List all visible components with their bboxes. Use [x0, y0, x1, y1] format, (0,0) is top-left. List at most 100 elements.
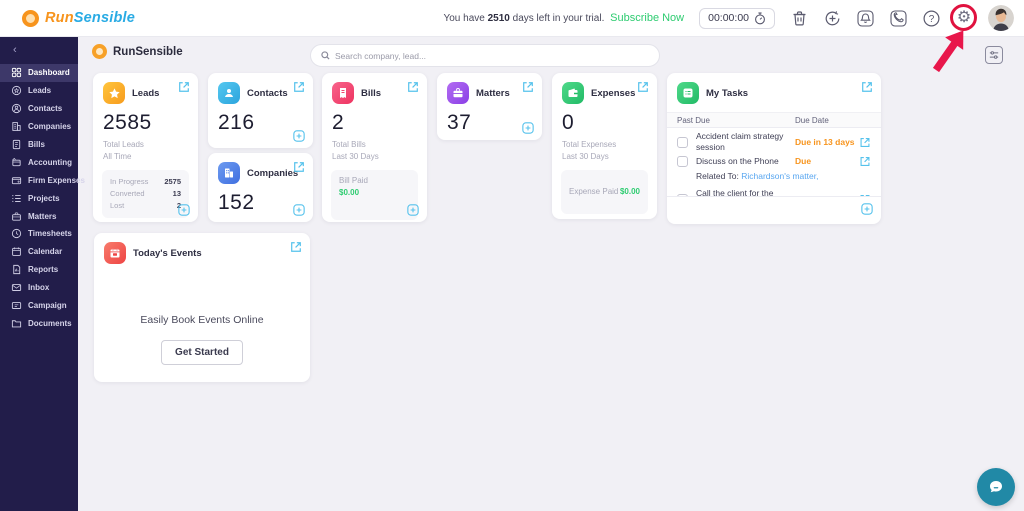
tasks-footer — [667, 196, 881, 220]
time-tracker[interactable]: 00:00:00 — [699, 7, 775, 29]
card-title: Leads — [132, 87, 160, 99]
sidebar-item-timesheets[interactable]: Timesheets — [0, 225, 78, 243]
wallet-icon — [11, 177, 22, 184]
sidebar-item-projects[interactable]: Projects — [0, 189, 78, 207]
folder-icon — [11, 320, 22, 328]
content-brand-title: RunSensible — [113, 45, 183, 58]
bill-paid-value: $0.00 — [339, 187, 360, 197]
add-matter-button[interactable] — [522, 122, 534, 134]
todays-events-card: Today's Events Easily Book Events Online… — [94, 233, 310, 382]
sidebar-item-companies[interactable]: Companies — [0, 118, 78, 136]
import-add-icon[interactable] — [823, 9, 841, 27]
get-started-button[interactable]: Get Started — [161, 340, 243, 365]
bills-open-icon[interactable] — [407, 81, 419, 93]
add-contact-button[interactable] — [293, 130, 305, 142]
sidebar-item-leads[interactable]: Leads — [0, 82, 78, 100]
leads-card: Leads 2585 Total Leads All Time In Progre… — [93, 73, 198, 222]
sidebar-item-contacts[interactable]: Contacts — [0, 100, 78, 118]
my-tasks-card: My Tasks Past Due Due Date Accident clai… — [667, 73, 881, 224]
top-bar: RunSensible You have 2510 days left in y… — [0, 0, 1024, 73]
card-title: My Tasks — [706, 87, 749, 99]
user-avatar[interactable] — [988, 5, 1014, 31]
task-open-icon[interactable] — [859, 156, 871, 167]
expenses-subtitle: Total Expenses Last 30 Days — [562, 140, 617, 162]
settings-gear-icon[interactable]: ⚙ — [932, 4, 977, 73]
leads-open-icon[interactable] — [178, 81, 190, 93]
trial-days: 2510 — [487, 13, 510, 24]
sidebar-item-accounting[interactable]: Accounting — [0, 153, 78, 171]
sidebar: ‹ Dashboard Leads Contacts Companies Bil… — [0, 37, 85, 511]
runsensible-logo[interactable]: RunSensible — [0, 9, 136, 27]
task-checkbox[interactable] — [677, 156, 688, 167]
trash-icon[interactable] — [790, 9, 808, 27]
matters-briefcase-icon — [447, 82, 469, 104]
dashboard-settings-button[interactable] — [985, 46, 1003, 64]
stopwatch-icon — [755, 11, 765, 24]
report-icon — [13, 265, 21, 275]
sidebar-item-firm-expenses[interactable]: Firm Expenses — [0, 171, 85, 189]
content-brand: RunSensible — [92, 44, 183, 59]
sidebar-item-reports[interactable]: Reports — [0, 261, 78, 279]
task-due: Due in 13 days — [795, 136, 855, 147]
card-title: Today's Events — [133, 247, 202, 259]
task-checkbox[interactable] — [677, 136, 688, 148]
search-input[interactable] — [335, 50, 649, 61]
matters-card: Matters 37 — [437, 73, 542, 140]
global-search[interactable] — [310, 44, 660, 67]
contacts-card: Contacts 216 — [208, 73, 313, 148]
bills-card: Bills 2 Total Bills Last 30 Days Bill Pai… — [322, 73, 427, 222]
stat-in-progress: In Progress 2575 — [110, 176, 181, 186]
leads-subtitle: Total Leads All Time — [103, 140, 144, 162]
leads-count: 2585 — [103, 111, 152, 134]
card-title: Contacts — [247, 87, 288, 99]
svg-text:?: ? — [928, 14, 934, 25]
notifications-bell-icon[interactable] — [856, 9, 874, 27]
task-open-icon[interactable] — [859, 137, 871, 148]
dashboard-grid-icon — [11, 68, 22, 78]
sidebar-item-campaign[interactable]: Campaign — [0, 297, 78, 315]
matters-open-icon[interactable] — [522, 81, 534, 93]
subscribe-now-link[interactable]: Subscribe Now — [610, 12, 684, 24]
sidebar-item-matters[interactable]: Matters — [0, 207, 78, 225]
sliders-icon — [989, 51, 999, 59]
contacts-person-icon — [218, 82, 240, 104]
chat-bubble-icon — [990, 481, 1002, 493]
expenses-open-icon[interactable] — [637, 81, 649, 93]
card-title: Expenses — [591, 87, 636, 99]
star-badge-icon — [11, 86, 22, 96]
companies-open-icon[interactable] — [293, 161, 305, 173]
task-row: Discuss on the Phone Due Related To: Ric… — [667, 153, 881, 185]
app-window: RunSensible You have 2510 days left in y… — [0, 0, 1024, 511]
tasks-open-icon[interactable] — [861, 81, 873, 93]
annotation-arrow — [932, 30, 964, 73]
add-company-button[interactable] — [293, 204, 305, 216]
companies-building-icon — [218, 162, 240, 184]
sidebar-item-documents[interactable]: Documents — [0, 314, 78, 332]
add-bill-button[interactable] — [407, 204, 419, 216]
col-past-due: Past Due — [677, 115, 710, 125]
sidebar-collapse-chevron[interactable]: ‹ — [0, 37, 78, 56]
building-icon — [12, 122, 21, 131]
add-lead-button[interactable] — [178, 204, 190, 216]
events-open-icon[interactable] — [290, 241, 302, 253]
bill-paid-box: Bill Paid $0.00 — [331, 169, 418, 220]
sidebar-item-calendar[interactable]: Calendar — [0, 243, 78, 261]
task-related: Related To: Richardson's matter, — [696, 171, 819, 181]
sidebar-item-bills[interactable]: Bills — [0, 136, 78, 154]
help-icon[interactable]: ? — [922, 9, 940, 27]
expense-paid-box: Expense Paid $0.00 — [561, 169, 648, 214]
contacts-open-icon[interactable] — [293, 81, 305, 93]
envelope-icon — [11, 284, 22, 292]
runsensible-logo-text: RunSensible — [45, 10, 136, 26]
search-icon — [321, 51, 330, 60]
chat-widget-button[interactable] — [977, 468, 1015, 506]
task-due: Due — [795, 156, 812, 166]
sidebar-item-inbox[interactable]: Inbox — [0, 279, 78, 297]
related-matter-link[interactable]: Richardson's matter, — [741, 171, 818, 181]
add-task-button[interactable] — [861, 203, 873, 215]
stat-converted: Converted 13 — [110, 188, 181, 198]
phone-icon[interactable] — [889, 9, 907, 27]
accounting-icon — [12, 157, 21, 167]
sidebar-item-dashboard[interactable]: Dashboard — [0, 64, 78, 82]
bills-count: 2 — [332, 111, 345, 134]
